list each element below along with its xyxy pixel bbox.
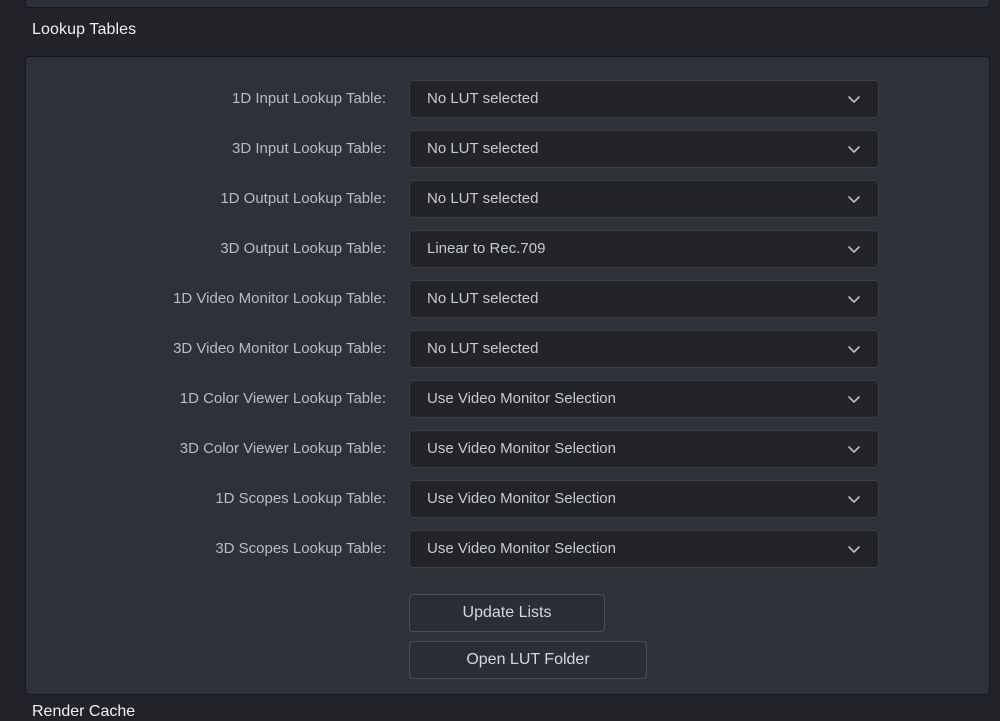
lookup-table-label: 1D Output Lookup Table:	[220, 190, 386, 207]
chevron-down-icon[interactable]	[844, 81, 864, 117]
previous-panel-bottom-edge	[25, 0, 990, 8]
open-lut-folder-button[interactable]: Open LUT Folder	[409, 641, 647, 679]
lookup-table-label: 1D Scopes Lookup Table:	[215, 490, 386, 507]
lookup-table-rows: 1D Input Lookup Table: No LUT selected 3D …	[26, 80, 989, 580]
lookup-table-dropdown[interactable]: Use Video Monitor Selection	[409, 380, 879, 418]
lookup-table-row: 3D Input Lookup Table: No LUT selected	[26, 130, 989, 180]
lookup-table-dropdown[interactable]: No LUT selected	[409, 280, 879, 318]
lookup-table-dropdown-value: No LUT selected	[427, 340, 539, 357]
lookup-table-dropdown-value: Use Video Monitor Selection	[427, 440, 616, 457]
lookup-table-label: 3D Color Viewer Lookup Table:	[179, 440, 386, 457]
lookup-table-label: 1D Color Viewer Lookup Table:	[179, 390, 386, 407]
lookup-tables-group-box: 1D Input Lookup Table: No LUT selected 3D …	[25, 56, 990, 695]
lookup-table-dropdown[interactable]: No LUT selected	[409, 130, 879, 168]
lookup-table-row: 3D Scopes Lookup Table: Use Video Monitor…	[26, 530, 989, 580]
chevron-down-icon[interactable]	[844, 281, 864, 317]
lookup-table-dropdown-value: No LUT selected	[427, 190, 539, 207]
lookup-table-label: 3D Input Lookup Table:	[231, 140, 386, 157]
lookup-table-row: 1D Input Lookup Table: No LUT selected	[26, 80, 989, 130]
lookup-table-dropdown-value: No LUT selected	[427, 290, 539, 307]
lookup-tables-actions: Update Lists Open LUT Folder	[409, 594, 647, 679]
lookup-table-dropdown[interactable]: Use Video Monitor Selection	[409, 480, 879, 518]
chevron-down-icon[interactable]	[844, 231, 864, 267]
lookup-table-dropdown-value: No LUT selected	[427, 90, 539, 107]
section-title-lookup-tables: Lookup Tables	[32, 21, 137, 38]
lookup-table-dropdown-value: Use Video Monitor Selection	[427, 490, 616, 507]
lookup-table-row: 3D Color Viewer Lookup Table: Use Video M…	[26, 430, 989, 480]
lookup-table-row: 3D Video Monitor Lookup Table: No LUT sel…	[26, 330, 989, 380]
settings-scroll-area[interactable]: Lookup Tables 1D Input Lookup Table: No L…	[0, 0, 1000, 720]
lookup-table-row: 1D Output Lookup Table: No LUT selected	[26, 180, 989, 230]
chevron-down-icon[interactable]	[844, 331, 864, 367]
chevron-down-icon[interactable]	[844, 531, 864, 567]
chevron-down-icon[interactable]	[844, 131, 864, 167]
lookup-table-label: 3D Video Monitor Lookup Table:	[173, 340, 386, 357]
lookup-table-dropdown[interactable]: No LUT selected	[409, 330, 879, 368]
lookup-table-dropdown-value: Use Video Monitor Selection	[427, 390, 616, 407]
lookup-table-row: 1D Video Monitor Lookup Table: No LUT sel…	[26, 280, 989, 330]
lookup-table-dropdown[interactable]: Use Video Monitor Selection	[409, 530, 879, 568]
lookup-table-dropdown[interactable]: Linear to Rec.709	[409, 230, 879, 268]
section-title-next: Render Cache	[32, 703, 136, 720]
chevron-down-icon[interactable]	[844, 381, 864, 417]
lookup-table-dropdown-value: Use Video Monitor Selection	[427, 540, 616, 557]
lookup-table-label: 1D Input Lookup Table:	[231, 90, 386, 107]
chevron-down-icon[interactable]	[844, 181, 864, 217]
lookup-table-row: 1D Color Viewer Lookup Table: Use Video M…	[26, 380, 989, 430]
lookup-table-row: 1D Scopes Lookup Table: Use Video Monitor…	[26, 480, 989, 530]
chevron-down-icon[interactable]	[844, 431, 864, 467]
lookup-table-dropdown-value: Linear to Rec.709	[427, 240, 546, 257]
lookup-table-label: 3D Output Lookup Table:	[220, 240, 386, 257]
lookup-table-dropdown[interactable]: No LUT selected	[409, 180, 879, 218]
update-lists-button[interactable]: Update Lists	[409, 594, 605, 632]
lookup-table-dropdown[interactable]: No LUT selected	[409, 80, 879, 118]
lookup-table-dropdown-value: No LUT selected	[427, 140, 539, 157]
lookup-table-label: 3D Scopes Lookup Table:	[215, 540, 386, 557]
lookup-table-row: 3D Output Lookup Table: Linear to Rec.709	[26, 230, 989, 280]
chevron-down-icon[interactable]	[844, 481, 864, 517]
lookup-table-label: 1D Video Monitor Lookup Table:	[173, 290, 386, 307]
lookup-table-dropdown[interactable]: Use Video Monitor Selection	[409, 430, 879, 468]
